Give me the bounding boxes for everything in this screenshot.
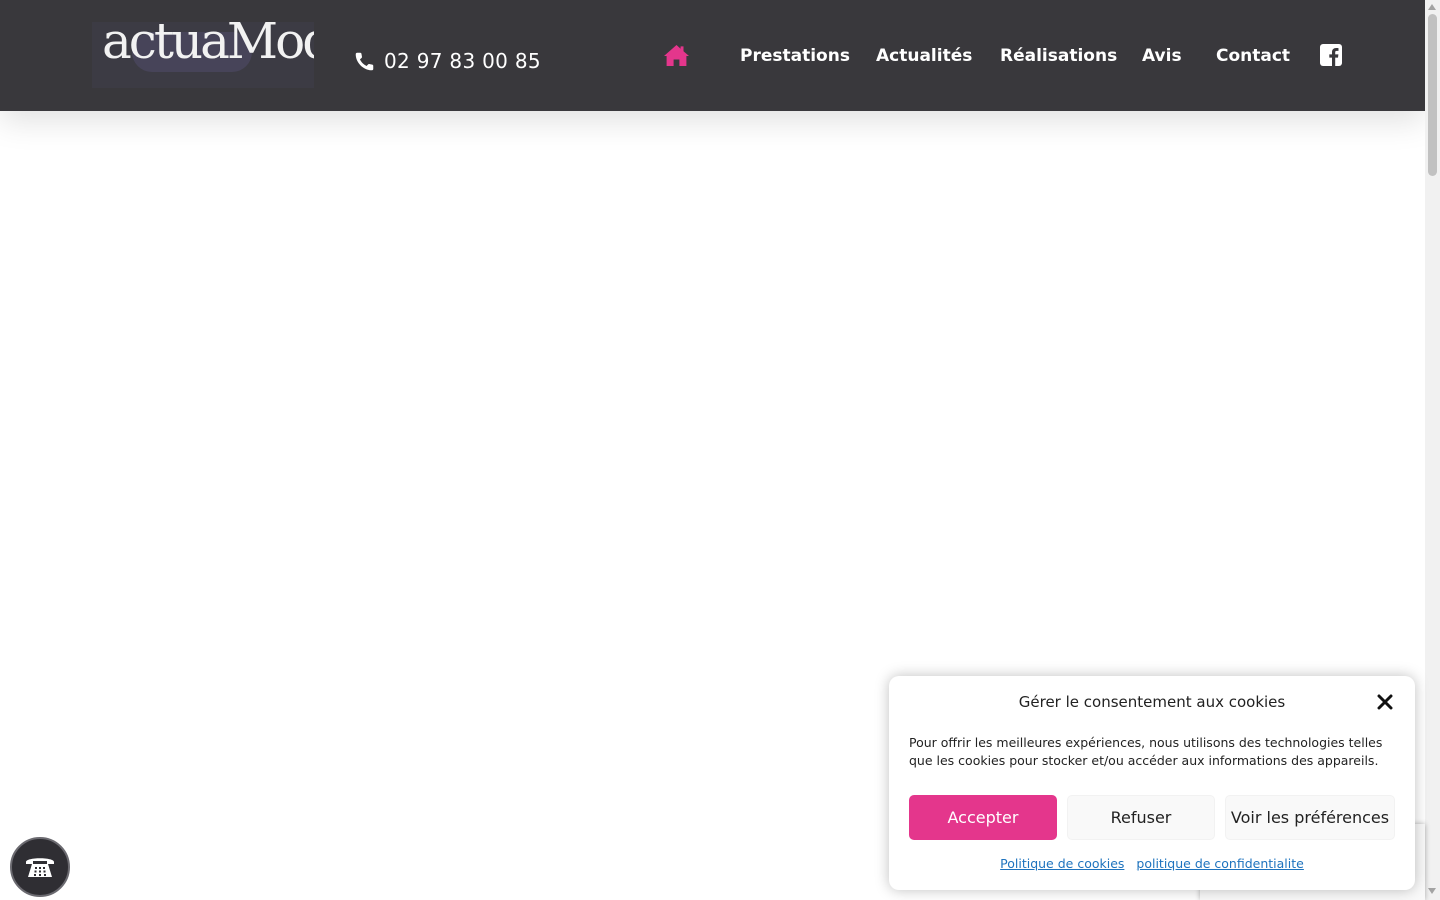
privacy-policy-link[interactable]: politique de confidentialite bbox=[1136, 856, 1303, 871]
scroll-up-arrow-icon[interactable] bbox=[1428, 4, 1436, 10]
telephone-icon bbox=[26, 858, 54, 877]
nav-item-prestations[interactable]: Prestations bbox=[740, 40, 850, 72]
cookie-description: Pour offrir les meilleures expériences, … bbox=[909, 735, 1383, 768]
nav-item-actualites[interactable]: Actualités bbox=[876, 40, 972, 72]
nav-item-avis[interactable]: Avis bbox=[1142, 40, 1182, 72]
scroll-thumb[interactable] bbox=[1428, 14, 1437, 176]
cookie-title: Gérer le consentement aux cookies bbox=[1018, 693, 1286, 711]
nav-item-realisations[interactable]: Réalisations bbox=[1000, 40, 1117, 72]
scroll-down-arrow-icon[interactable] bbox=[1428, 888, 1436, 894]
site-header: actuaMod 02 97 83 00 85 Prestations Actu… bbox=[0, 0, 1425, 111]
nav-item-contact[interactable]: Contact bbox=[1216, 40, 1290, 72]
close-icon[interactable] bbox=[1377, 694, 1393, 710]
cookie-policy-link[interactable]: Politique de cookies bbox=[1000, 856, 1124, 871]
cookie-links: Politique de cookies politique de confid… bbox=[889, 856, 1415, 871]
preferences-button[interactable]: Voir les préférences bbox=[1225, 795, 1395, 840]
page-scrollbar[interactable] bbox=[1425, 0, 1440, 900]
cookie-consent-banner: Gérer le consentement aux cookies Pour o… bbox=[889, 676, 1415, 890]
main-nav: Prestations Actualités Réalisations Avis… bbox=[0, 40, 1425, 72]
accept-button[interactable]: Accepter bbox=[909, 795, 1057, 840]
floating-call-button[interactable] bbox=[10, 837, 70, 897]
facebook-icon[interactable] bbox=[1320, 44, 1342, 66]
refuse-button[interactable]: Refuser bbox=[1067, 795, 1215, 840]
